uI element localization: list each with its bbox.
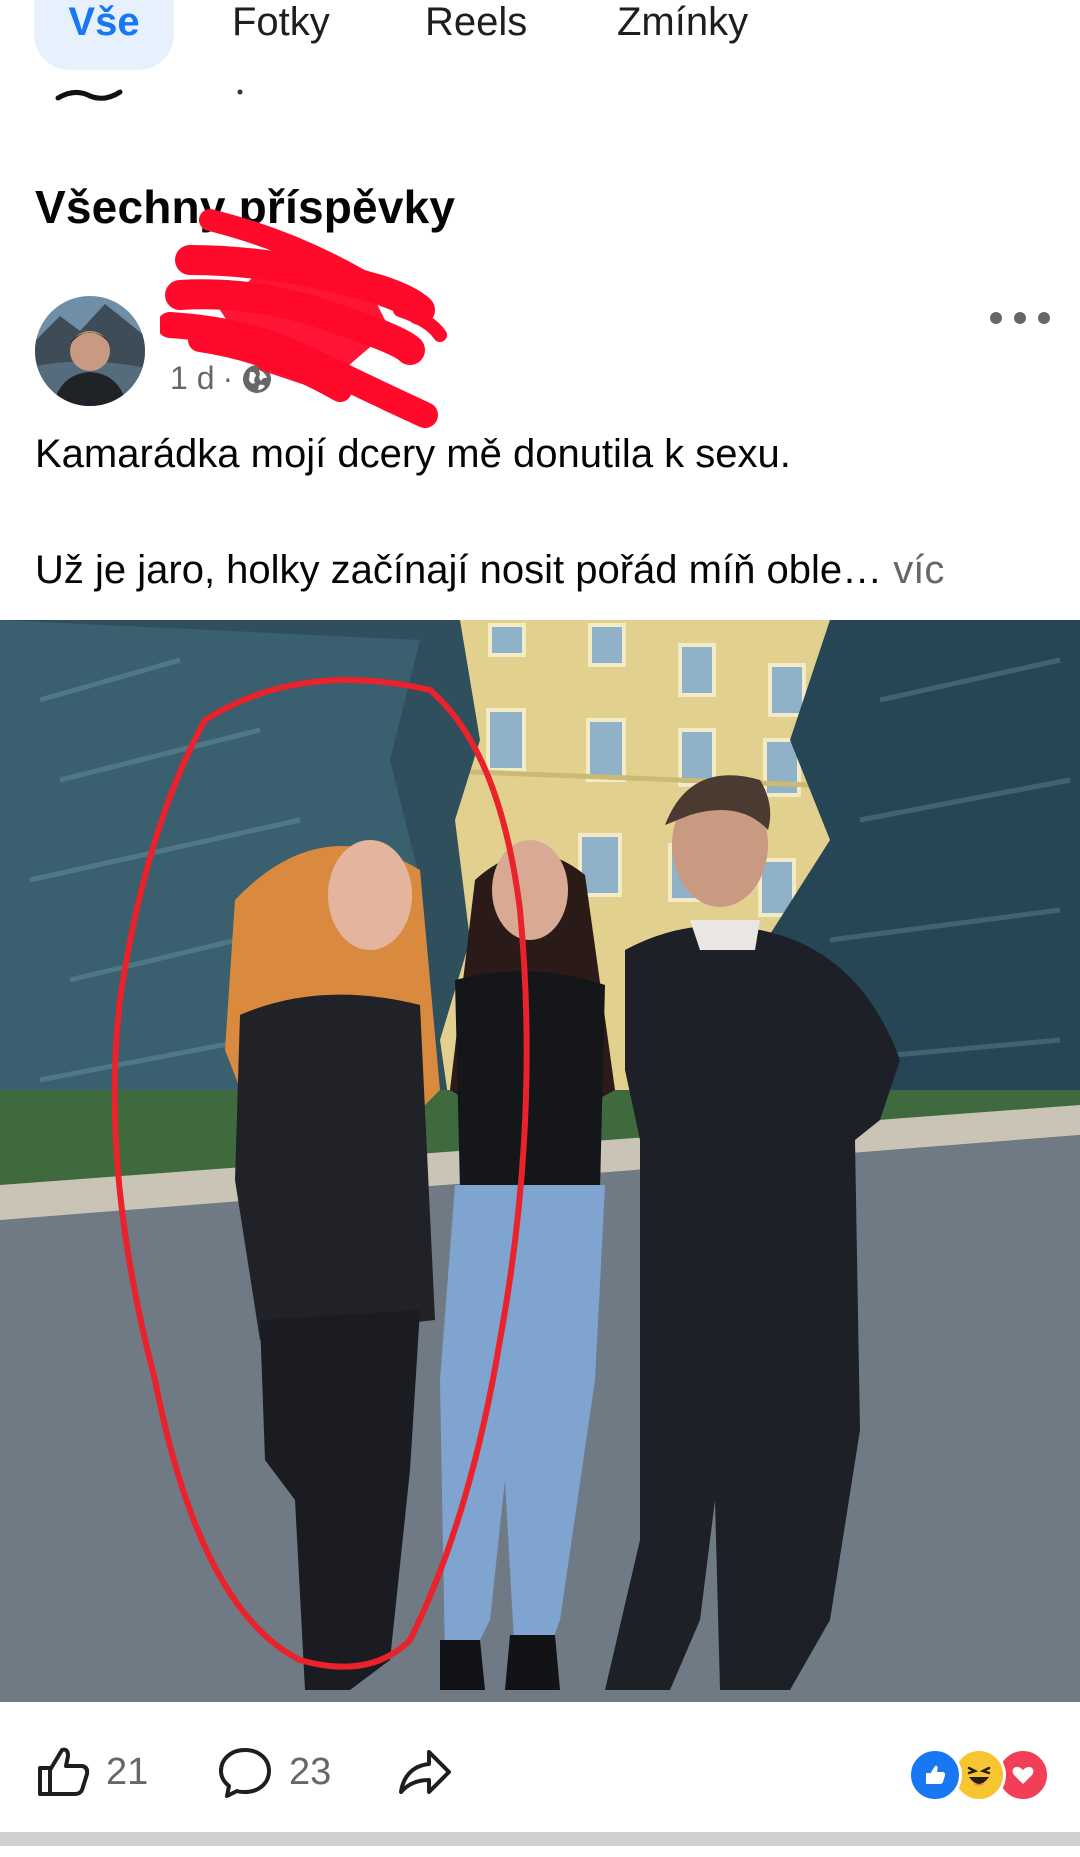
- post-action-bar: 21 23: [0, 1702, 1080, 1832]
- comment-icon: [219, 1748, 271, 1798]
- like-icon: [38, 1747, 90, 1796]
- post-photo[interactable]: [0, 620, 1080, 1702]
- section-title: Všechny příspěvky: [35, 181, 456, 233]
- post-text-line-1: Kamarádka mojí dcery mě donutila k sexu.: [35, 432, 791, 476]
- comment-count: 23: [289, 1750, 332, 1793]
- post-time: 1 d: [170, 360, 215, 396]
- share-icon: [399, 1750, 451, 1794]
- post-meta: 1 d ·: [170, 360, 273, 397]
- like-reaction-icon: [908, 1748, 962, 1802]
- reaction-summary[interactable]: [908, 1748, 1050, 1802]
- dot: [1014, 312, 1026, 324]
- feed-divider: [0, 1832, 1080, 1846]
- like-count: 21: [106, 1750, 149, 1793]
- see-more-link[interactable]: víc: [893, 548, 944, 592]
- comment-button[interactable]: 23: [215, 1742, 331, 1802]
- post-options-button[interactable]: [990, 300, 1050, 336]
- tab-reels[interactable]: Reels: [425, 0, 527, 70]
- share-button[interactable]: [395, 1742, 455, 1802]
- globe-icon: [243, 364, 272, 393]
- tab-mentions[interactable]: Zmínky: [617, 0, 748, 70]
- post-text-line-2: Už je jaro, holky začínají nosit pořád m…: [35, 548, 944, 593]
- like-button[interactable]: 21: [32, 1742, 148, 1802]
- post-text-truncated: Už je jaro, holky začínají nosit pořád m…: [35, 548, 883, 592]
- dot: [1038, 312, 1050, 324]
- cropped-text-trace: [55, 89, 243, 101]
- dot: [990, 312, 1002, 324]
- filter-tabs: Vše Fotky Reels Zmínky: [0, 0, 1080, 80]
- author-avatar[interactable]: [35, 296, 145, 406]
- tab-photos[interactable]: Fotky: [232, 0, 330, 70]
- meta-separator: ·: [222, 360, 234, 396]
- tab-all[interactable]: Vše: [34, 0, 174, 70]
